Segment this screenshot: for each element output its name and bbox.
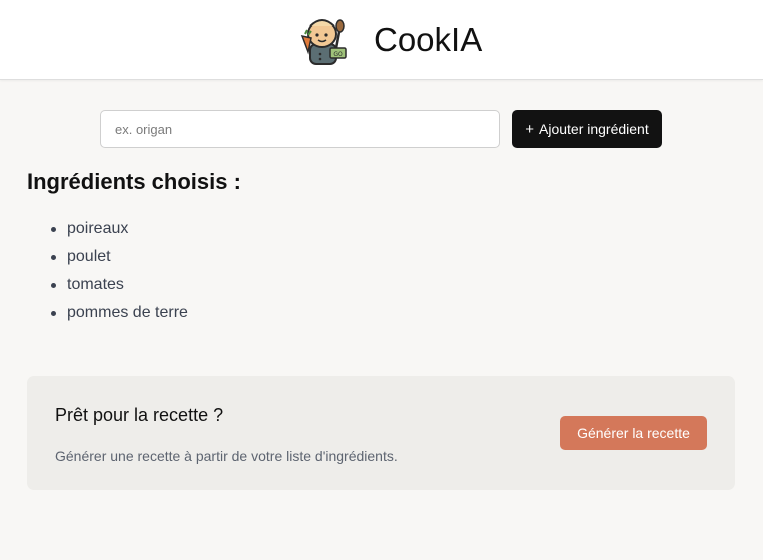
app-title: CookIA [374, 21, 483, 58]
ingredient-label: pommes de terre [67, 304, 188, 321]
bullet-icon [51, 227, 56, 232]
ingredient-label: tomates [67, 276, 124, 293]
app-header: GO CookIA [0, 0, 763, 80]
add-ingredient-label: Ajouter ingrédient [539, 121, 649, 137]
recipe-cta-card: Prêt pour la recette ? Générer une recet… [27, 376, 735, 490]
list-item: pommes de terre [49, 302, 188, 330]
list-item: poulet [49, 246, 188, 274]
cta-title: Prêt pour la recette ? [55, 405, 224, 425]
bullet-icon [51, 283, 56, 288]
list-item: poireaux [49, 218, 188, 246]
cta-description: Générer une recette à partir de votre li… [55, 448, 398, 464]
ingredient-search-input[interactable] [100, 110, 500, 148]
list-item: tomates [49, 274, 188, 302]
svg-text:GO: GO [333, 51, 343, 58]
ingredients-title: Ingrédients choisis : [27, 169, 241, 194]
ingredients-list: poireaux poulet tomates pommes de terre [49, 218, 188, 330]
bullet-icon [51, 311, 56, 316]
add-ingredient-button[interactable]: + Ajouter ingrédient [512, 110, 662, 148]
generate-recipe-button[interactable]: Générer la recette [560, 416, 707, 450]
ingredient-label: poulet [67, 248, 111, 265]
ingredient-label: poireaux [67, 220, 129, 237]
bullet-icon [51, 255, 56, 260]
chef-mascot-logo-icon: GO [300, 19, 347, 65]
plus-icon: + [525, 120, 534, 138]
